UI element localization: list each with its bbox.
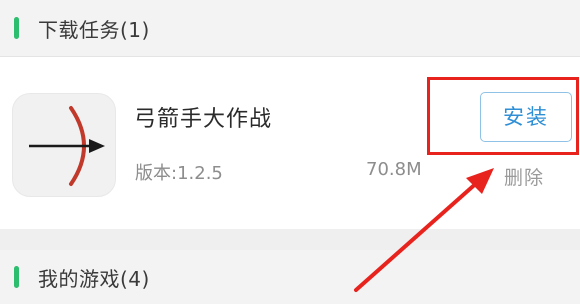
annotation-highlight-box xyxy=(427,77,579,155)
download-tasks-title: 下载任务(1) xyxy=(38,17,150,42)
bow-and-arrow-icon[interactable] xyxy=(12,93,116,197)
delete-button[interactable]: 删除 xyxy=(504,163,544,190)
my-games-header: 我的游戏(4) xyxy=(0,250,580,304)
app-version: 版本:1.2.5 xyxy=(135,163,223,184)
section-gap xyxy=(0,229,580,250)
app-name[interactable]: 弓箭手大作战 xyxy=(134,101,272,133)
section-accent-bar xyxy=(14,266,19,288)
my-games-title: 我的游戏(4) xyxy=(38,266,150,291)
section-accent-bar xyxy=(14,17,19,39)
download-tasks-header: 下载任务(1) xyxy=(0,0,580,56)
app-size: 70.8M xyxy=(366,159,422,180)
